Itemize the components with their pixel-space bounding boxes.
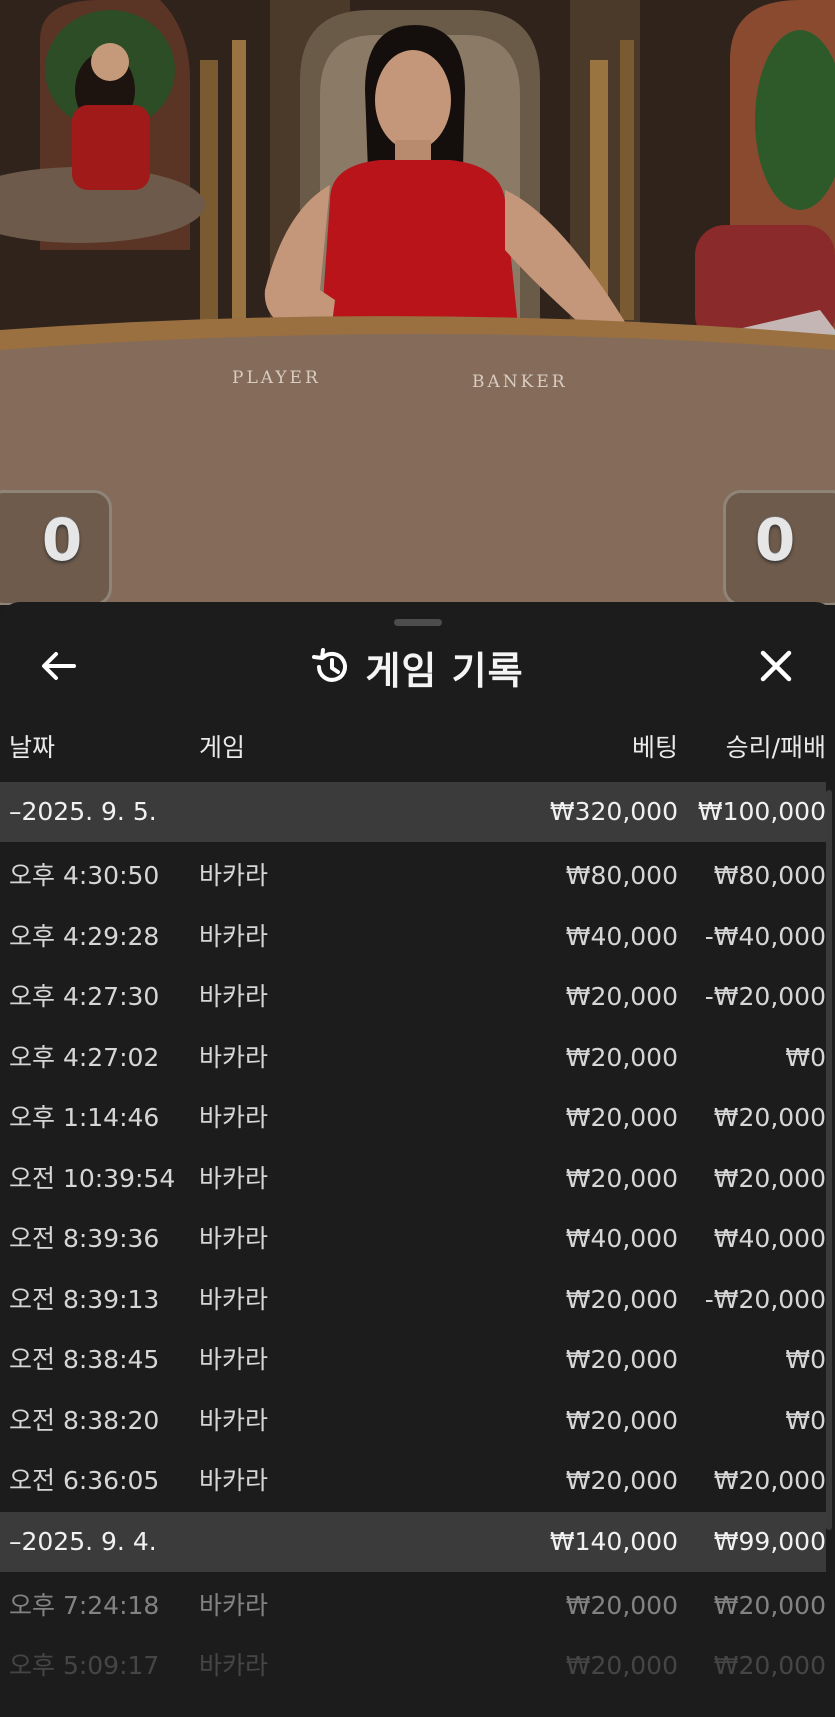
row-game: 바카라 [199, 982, 269, 1011]
row-result: ₩20,000 [713, 1651, 826, 1680]
live-video-area: PLAYER BANKER 0 0 [0, 0, 835, 605]
group-bet-total: ₩320,000 [549, 797, 678, 826]
column-header-date: 날짜 [9, 733, 56, 762]
row-result: ₩0 [785, 1042, 826, 1072]
group-bet-total: ₩140,000 [549, 1526, 678, 1556]
row-result: ₩20,000 [713, 1103, 826, 1132]
row-time: 오후 7:24:18 [9, 1590, 160, 1620]
row-result: ₩40,000 [713, 1224, 826, 1253]
history-clock-icon [312, 648, 348, 682]
dealer-table-scene [0, 0, 835, 605]
group-date: –2025. 9. 5. [9, 797, 157, 826]
row-bet: ₩20,000 [565, 1405, 678, 1435]
row-game: 바카라 [199, 1163, 269, 1193]
sheet-title: 게임 기록 [365, 648, 524, 693]
row-time: 오전 8:39:13 [9, 1284, 160, 1314]
close-x-icon [760, 650, 792, 682]
table-row[interactable]: 오전 6:36:05 바카라 ₩20,000 ₩20,000 [0, 1451, 826, 1512]
row-time: 오후 4:30:50 [9, 861, 160, 890]
row-bet: ₩20,000 [565, 1466, 678, 1495]
row-result: -₩20,000 [704, 982, 826, 1011]
row-result: -₩40,000 [704, 921, 826, 951]
row-game: 바카라 [199, 1345, 269, 1374]
row-result: ₩0 [785, 1405, 826, 1435]
row-bet: ₩20,000 [565, 1163, 678, 1193]
row-bet: ₩20,000 [565, 1651, 678, 1680]
table-row[interactable]: 오전 8:38:45 바카라 ₩20,000 ₩0 [0, 1330, 826, 1391]
row-time: 오전 8:38:45 [9, 1345, 160, 1374]
group-date: –2025. 9. 4. [9, 1526, 157, 1556]
table-label-player: PLAYER [232, 368, 321, 388]
row-bet: ₩20,000 [565, 1042, 678, 1072]
table-header: 날짜 게임 베팅 승리/패배 [0, 720, 826, 782]
row-time: 오전 8:38:20 [9, 1405, 160, 1435]
row-time: 오전 10:39:54 [9, 1163, 176, 1193]
row-time: 오후 5:09:17 [9, 1651, 160, 1680]
close-button[interactable] [754, 644, 798, 688]
banker-score: 0 [754, 506, 796, 574]
player-score: 0 [41, 506, 83, 574]
row-time: 오전 6:36:05 [9, 1466, 160, 1495]
row-result: ₩20,000 [713, 1466, 826, 1495]
row-bet: ₩20,000 [565, 1345, 678, 1374]
row-game: 바카라 [199, 921, 269, 951]
table-row[interactable]: 오후 4:30:50 바카라 ₩80,000 ₩80,000 [0, 846, 826, 907]
row-result: -₩20,000 [704, 1284, 826, 1314]
row-time: 오후 1:14:46 [9, 1103, 160, 1132]
history-scrollbar[interactable] [826, 790, 832, 1530]
row-result: ₩0 [785, 1345, 826, 1374]
sheet-header: 게임 기록 [0, 642, 835, 693]
table-row[interactable]: 오후 5:09:17 바카라 ₩20,000 ₩20,000 [0, 1636, 826, 1697]
game-history-sheet: 게임 기록 날짜 게임 베팅 승리/패배 –2025. 9. 5. ₩320,0… [0, 602, 835, 1717]
group-result-total: ₩100,000 [697, 797, 826, 826]
row-time: 오후 4:29:28 [9, 921, 160, 951]
history-table: 날짜 게임 베팅 승리/패배 –2025. 9. 5. ₩320,000 ₩10… [0, 720, 826, 1697]
date-group-header[interactable]: –2025. 9. 5. ₩320,000 ₩100,000 [0, 782, 826, 842]
table-row[interactable]: 오전 10:39:54 바카라 ₩20,000 ₩20,000 [0, 1149, 826, 1210]
row-game: 바카라 [199, 1405, 269, 1435]
table-row[interactable]: 오후 1:14:46 바카라 ₩20,000 ₩20,000 [0, 1088, 826, 1149]
row-bet: ₩40,000 [565, 1224, 678, 1253]
date-group-header[interactable]: –2025. 9. 4. ₩140,000 ₩99,000 [0, 1511, 826, 1572]
row-game: 바카라 [199, 1590, 269, 1620]
column-header-bet: 베팅 [631, 733, 678, 762]
row-bet: ₩20,000 [565, 1103, 678, 1132]
row-game: 바카라 [199, 1284, 269, 1314]
row-game: 바카라 [199, 1042, 269, 1072]
row-bet: ₩20,000 [565, 1284, 678, 1314]
table-row[interactable]: 오후 4:27:02 바카라 ₩20,000 ₩0 [0, 1028, 826, 1089]
row-game: 바카라 [199, 1466, 269, 1495]
row-bet: ₩20,000 [565, 1590, 678, 1620]
sheet-drag-handle[interactable] [394, 619, 442, 626]
row-game: 바카라 [199, 1103, 269, 1132]
column-header-game: 게임 [199, 733, 246, 762]
row-game: 바카라 [199, 861, 269, 890]
table-row[interactable]: 오후 4:27:30 바카라 ₩20,000 -₩20,000 [0, 967, 826, 1028]
row-time: 오후 4:27:02 [9, 1042, 160, 1072]
row-game: 바카라 [199, 1224, 269, 1253]
row-bet: ₩80,000 [565, 861, 678, 890]
row-result: ₩80,000 [713, 861, 826, 890]
table-label-banker: BANKER [472, 372, 568, 392]
row-time: 오전 8:39:36 [9, 1224, 160, 1253]
table-row[interactable]: 오전 8:39:36 바카라 ₩40,000 ₩40,000 [0, 1209, 826, 1270]
row-bet: ₩40,000 [565, 921, 678, 951]
group-result-total: ₩99,000 [713, 1526, 826, 1556]
table-row[interactable]: 오후 7:24:18 바카라 ₩20,000 ₩20,000 [0, 1576, 826, 1637]
table-row[interactable]: 오전 8:39:13 바카라 ₩20,000 -₩20,000 [0, 1270, 826, 1331]
table-row[interactable]: 오후 4:29:28 바카라 ₩40,000 -₩40,000 [0, 907, 826, 968]
row-time: 오후 4:27:30 [9, 982, 160, 1011]
row-result: ₩20,000 [713, 1590, 826, 1620]
row-result: ₩20,000 [713, 1163, 826, 1193]
table-row[interactable]: 오전 8:38:20 바카라 ₩20,000 ₩0 [0, 1391, 826, 1452]
row-bet: ₩20,000 [565, 982, 678, 1011]
row-game: 바카라 [199, 1651, 269, 1680]
column-header-result: 승리/패배 [725, 733, 826, 762]
